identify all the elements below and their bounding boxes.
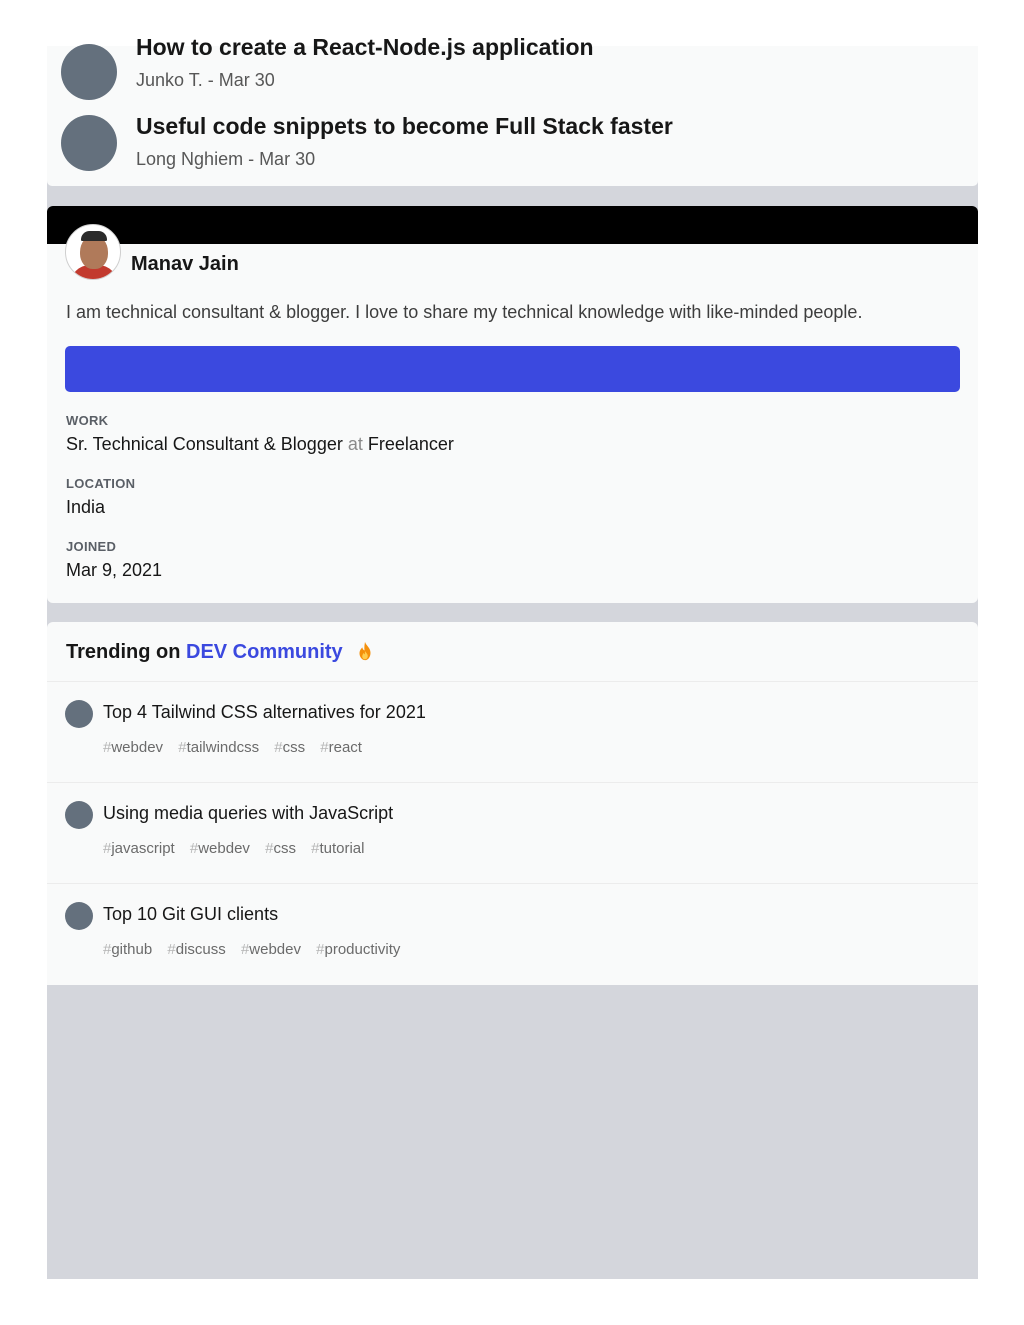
hash-prefix: # bbox=[274, 739, 283, 756]
hash-prefix: # bbox=[178, 739, 187, 756]
tag-text: javascript bbox=[111, 840, 175, 857]
tag-text: tailwindcss bbox=[186, 739, 260, 756]
tag-link[interactable]: #react bbox=[320, 739, 362, 756]
fire-icon bbox=[359, 641, 371, 661]
tag-link[interactable]: #discuss bbox=[167, 941, 225, 958]
tag-link[interactable]: #webdev bbox=[103, 739, 163, 756]
community-link[interactable]: DEV Community bbox=[186, 641, 343, 663]
author-avatar bbox=[61, 44, 117, 100]
trending-item[interactable]: Using media queries with JavaScript #jav… bbox=[47, 783, 978, 883]
location-value: India bbox=[66, 497, 106, 517]
post-item[interactable]: Useful code snippets to become Full Stac… bbox=[47, 108, 978, 178]
tag-link[interactable]: #github bbox=[103, 941, 152, 958]
tag-text: css bbox=[273, 840, 296, 857]
post-title[interactable]: Useful code snippets to become Full Stac… bbox=[136, 113, 673, 140]
hash-prefix: # bbox=[189, 840, 199, 857]
profile-banner bbox=[47, 206, 978, 244]
work-title: Sr. Technical Consultant & Blogger bbox=[66, 434, 343, 454]
author-avatar bbox=[61, 115, 117, 171]
profile-name[interactable]: Manav Jain bbox=[131, 253, 239, 276]
follow-button[interactable] bbox=[65, 346, 960, 392]
joined-value: Mar 9, 2021 bbox=[66, 560, 163, 580]
post-title[interactable]: How to create a React-Node.js applicatio… bbox=[136, 34, 594, 61]
trending-title[interactable]: Using media queries with JavaScript bbox=[103, 803, 393, 824]
profile-bio: I am technical consultant & blogger. I l… bbox=[66, 302, 863, 322]
sidebar-column: How to create a React-Node.js applicatio… bbox=[47, 34, 978, 1279]
location-label: LOCATION bbox=[66, 476, 136, 491]
trending-header: Trending on DEV Community bbox=[66, 640, 376, 664]
tag-link[interactable]: #productivity bbox=[316, 941, 400, 958]
trending-item[interactable]: Top 10 Git GUI clients #github #discuss … bbox=[47, 884, 978, 984]
tag-link[interactable]: #css bbox=[274, 739, 305, 756]
author-profile-card: Manav Jain I am technical consultant & b… bbox=[47, 206, 978, 603]
tag-list: #webdev #tailwindcss #css #react bbox=[103, 739, 373, 756]
work-company: Freelancer bbox=[367, 434, 454, 454]
tag-text: webdev bbox=[198, 840, 250, 857]
tag-text: discuss bbox=[175, 941, 226, 958]
work-label: WORK bbox=[66, 413, 109, 428]
hash-prefix: # bbox=[167, 941, 176, 958]
hash-prefix: # bbox=[316, 941, 325, 958]
tag-link[interactable]: #javascript bbox=[103, 840, 175, 857]
avatar-hair bbox=[81, 231, 107, 241]
tag-text: webdev bbox=[249, 941, 301, 958]
tag-link[interactable]: #webdev bbox=[190, 840, 250, 857]
trending-item[interactable]: Top 4 Tailwind CSS alternatives for 2021… bbox=[47, 682, 978, 782]
tag-text: tutorial bbox=[319, 840, 365, 857]
tag-link[interactable]: #tutorial bbox=[311, 840, 364, 857]
hash-prefix: # bbox=[320, 739, 329, 756]
post-meta: Junko T. - Mar 30 bbox=[136, 70, 275, 90]
tag-text: css bbox=[282, 739, 306, 756]
author-avatar bbox=[65, 801, 93, 829]
work-value: Sr. Technical Consultant & Blogger at Fr… bbox=[66, 434, 454, 455]
tag-text: github bbox=[111, 941, 153, 958]
tag-link[interactable]: #tailwindcss bbox=[178, 739, 259, 756]
trending-title[interactable]: Top 10 Git GUI clients bbox=[103, 904, 278, 925]
post-meta: Long Nghiem - Mar 30 bbox=[136, 149, 316, 169]
trending-title[interactable]: Top 4 Tailwind CSS alternatives for 2021 bbox=[103, 702, 426, 723]
tag-text: webdev bbox=[111, 739, 164, 756]
tag-link[interactable]: #webdev bbox=[241, 941, 301, 958]
author-avatar bbox=[65, 700, 93, 728]
tag-list: #github #discuss #webdev #productivity bbox=[103, 941, 411, 958]
tag-text: react bbox=[328, 739, 362, 756]
author-avatar bbox=[65, 902, 93, 930]
joined-label: JOINED bbox=[66, 539, 117, 554]
tag-link[interactable]: #css bbox=[265, 840, 296, 857]
post-item[interactable]: How to create a React-Node.js applicatio… bbox=[47, 34, 978, 108]
tag-list: #javascript #webdev #css #tutorial bbox=[103, 840, 375, 857]
work-at: at bbox=[347, 434, 363, 454]
trending-prefix: Trending on bbox=[66, 641, 181, 663]
tag-text: productivity bbox=[324, 941, 401, 958]
profile-avatar[interactable] bbox=[65, 224, 121, 280]
trending-card: Trending on DEV Community Top 4 Tailwind… bbox=[47, 622, 978, 985]
more-from-card: How to create a React-Node.js applicatio… bbox=[47, 34, 978, 186]
